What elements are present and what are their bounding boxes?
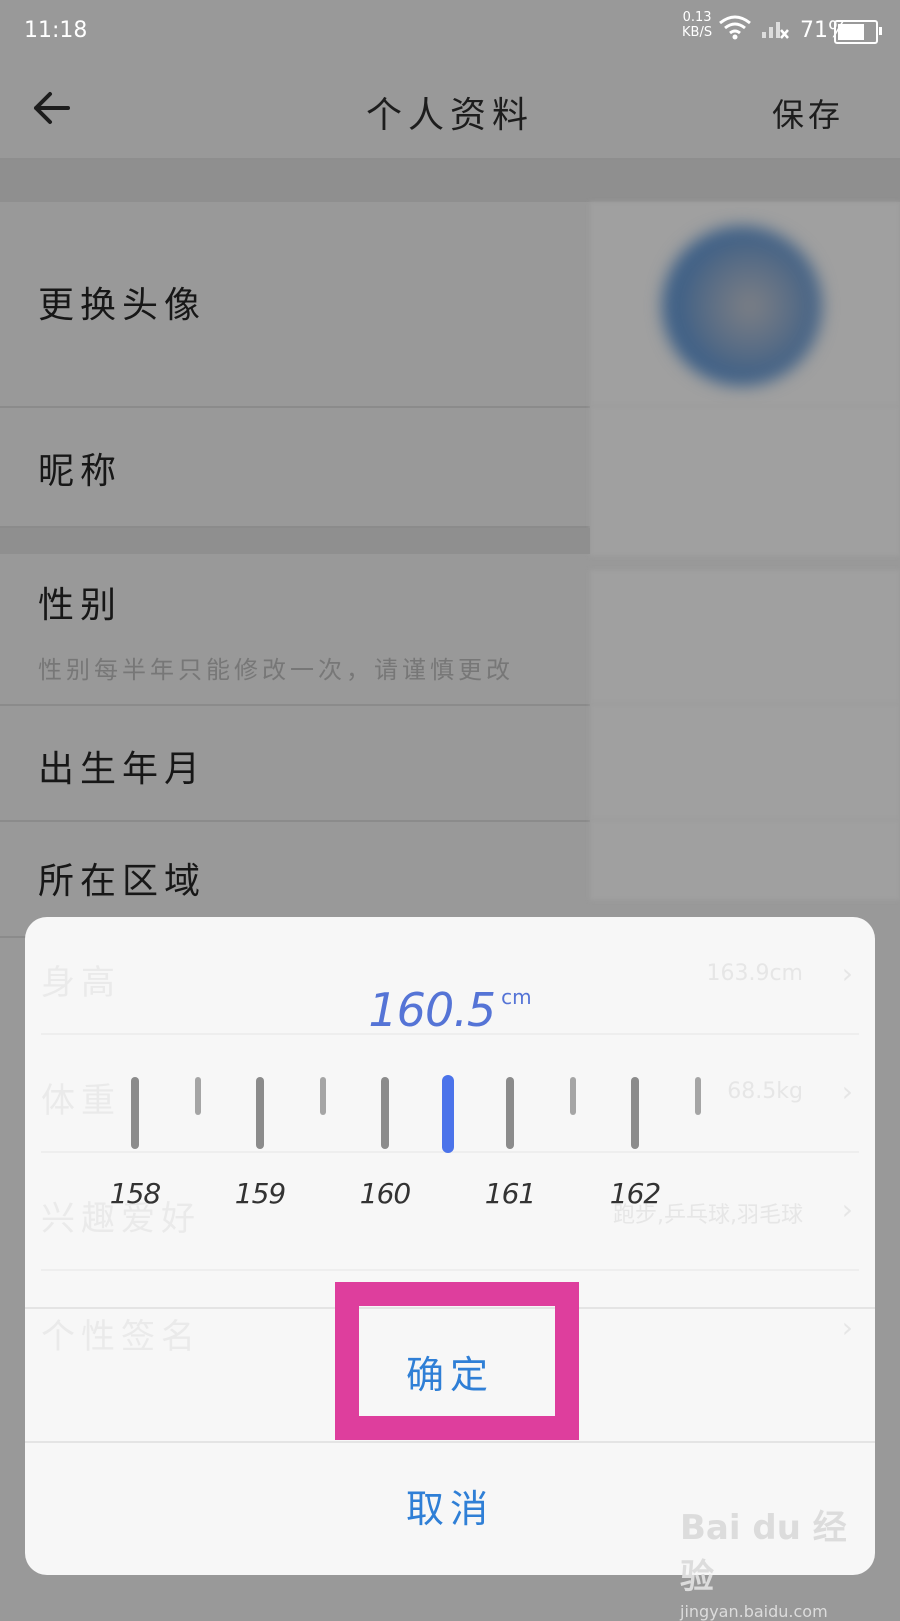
profile-row-nickname[interactable]: 昵称 (0, 406, 590, 528)
network-speed-unit: KB/S (682, 25, 713, 40)
row-value-blur (590, 704, 900, 820)
ruler-selected-indicator[interactable] (441, 1075, 454, 1153)
ruler-tick-label: 161 (484, 1177, 536, 1210)
ruler-tick-label: 158 (109, 1177, 161, 1210)
height-value-display: 160.5 cm (25, 983, 875, 1037)
height-picker-sheet: 身高 163.9cm › 体重 68.5kg › 兴趣爱好 跑步,乒乓球,羽毛球… (25, 917, 875, 1575)
row-label: 出生年月 (38, 749, 207, 790)
ruler-tick-label: 159 (234, 1177, 286, 1210)
save-button[interactable]: 保存 (772, 90, 844, 136)
status-time: 11:18 (24, 18, 88, 43)
ruler-major-tick (631, 1077, 639, 1149)
wifi-icon (719, 15, 751, 40)
ruler-major-tick (256, 1077, 264, 1149)
row-label: 更换头像 (38, 285, 207, 326)
nav-bar: 个人资料 保存 (0, 62, 900, 160)
network-speed: 0.13 KB/S (682, 10, 712, 40)
network-speed-value: 0.13 (682, 10, 712, 25)
signal-icon (762, 22, 789, 39)
row-label: 性别 (38, 585, 123, 626)
profile-row-avatar[interactable]: 更换头像 (0, 202, 590, 408)
ruler-minor-tick (569, 1077, 576, 1115)
page-title: 个人资料 (365, 95, 534, 136)
watermark-url: jingyan.baidu.com (680, 1602, 828, 1621)
profile-row-birth[interactable]: 出生年月 (0, 704, 590, 822)
row-label: 昵称 (38, 451, 123, 492)
battery-icon (834, 20, 882, 44)
gender-hint: 性别每半年只能修改一次，请谨慎更改 (38, 656, 514, 684)
section-gap (0, 528, 590, 554)
battery-level (838, 24, 864, 40)
ruler-major-tick (131, 1077, 139, 1149)
ruler-tick-label: 162 (609, 1177, 661, 1210)
watermark: Bai du 经验 jingyan.baidu.com (680, 1500, 870, 1621)
watermark-logo: Bai du 经验 (680, 1508, 847, 1597)
row-value-blur (590, 570, 900, 704)
row-value-blur (590, 820, 900, 900)
height-unit: cm (501, 985, 532, 1009)
profile-row-gender[interactable]: 性别 性别每半年只能修改一次，请谨慎更改 (0, 554, 590, 706)
ruler-minor-tick (194, 1077, 201, 1115)
avatar[interactable] (662, 226, 822, 386)
ruler-major-tick (506, 1077, 514, 1149)
row-label: 所在区域 (38, 861, 207, 902)
height-ruler[interactable]: 158 159 160 161 162 (25, 1067, 875, 1210)
row-value-blur (590, 406, 900, 556)
status-bar: 11:18 0.13 KB/S 71% (0, 0, 900, 62)
height-number: 160.5 (368, 983, 496, 1037)
ruler-minor-tick (694, 1077, 701, 1115)
ruler-major-tick (381, 1077, 389, 1149)
confirm-highlight-box (335, 1282, 579, 1440)
ruler-tick-label: 160 (359, 1177, 411, 1210)
ruler-minor-tick (319, 1077, 326, 1115)
section-gap (0, 160, 900, 202)
